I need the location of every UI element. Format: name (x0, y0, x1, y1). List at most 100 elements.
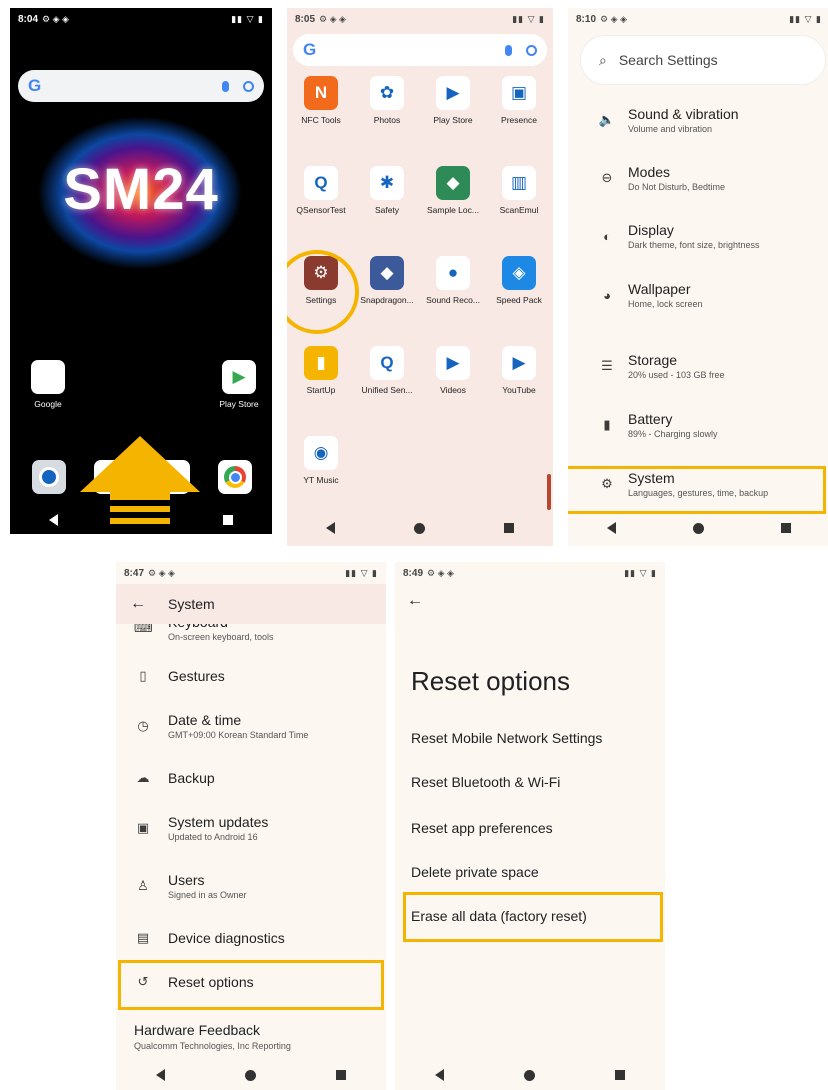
drawer-app[interactable]: Q QSensorTest (291, 166, 351, 215)
dock-camera-icon[interactable] (32, 460, 66, 494)
nav-bar (568, 510, 828, 546)
drawer-app[interactable]: ▶ Videos (423, 346, 483, 395)
settings-item-wallpaper[interactable]: ◕ Wallpaper Home, lock screen (568, 281, 828, 309)
app-icon: Q (370, 346, 404, 380)
settings-item-battery[interactable]: ▮ Battery 89% - Charging slowly (568, 411, 828, 439)
app-label: ScanEmul (499, 205, 539, 215)
app-icon: ▣ (502, 76, 536, 110)
drawer-app[interactable]: ▥ ScanEmul (489, 166, 549, 215)
hardware-feedback-subtitle: Qualcomm Technologies, Inc Reporting (134, 1041, 291, 1051)
item-subtitle: Signed in as Owner (168, 890, 247, 900)
item-icon: ♙ (137, 878, 149, 893)
app-icon: ▶ (436, 346, 470, 380)
settings-item-modes[interactable]: ⊖ Modes Do Not Disturb, Bedtime (568, 164, 828, 192)
google-search-bar[interactable]: G (18, 70, 264, 102)
system-item-date-time[interactable]: ◷ Date & time GMT+09:00 Korean Standard Ti… (116, 712, 386, 740)
drawer-app[interactable]: ✱ Safety (357, 166, 417, 215)
item-subtitle: On-screen keyboard, tools (168, 632, 274, 642)
drawer-app[interactable]: ● Sound Reco... (423, 256, 483, 305)
mic-icon[interactable] (222, 80, 229, 92)
app-icon: N (304, 76, 338, 110)
back-arrow-icon[interactable]: ← (407, 592, 423, 610)
status-bar: 8:47 ⚙ ◈ ◈ ▮▮ ▽ ▮ (116, 562, 386, 584)
settings-status-icon: ⚙ ◈ ◈ (600, 13, 627, 24)
drawer-app[interactable]: ▣ Presence (489, 76, 549, 125)
drawer-app[interactable]: Q Unified Sen... (357, 346, 417, 395)
reset-item[interactable]: Reset Mobile Network Settings (411, 730, 602, 746)
google-search-bar[interactable]: G (293, 34, 547, 66)
drawer-app[interactable]: ◆ Sample Loc... (423, 166, 483, 215)
item-title: Gestures (168, 668, 225, 684)
signal-wifi-battery-icon: ▮▮ ▽ ▮ (345, 567, 378, 578)
system-item-system-updates[interactable]: ▣ System updates Updated to Android 16 (116, 814, 386, 842)
item-icon: ▤ (136, 930, 150, 945)
item-title: Battery (628, 411, 673, 427)
item-title: System updates (168, 814, 269, 830)
app-label: Speed Pack (496, 295, 542, 305)
settings-item-storage[interactable]: ☰ Storage 20% used - 103 GB free (568, 352, 828, 380)
drawer-app[interactable]: ▶ YouTube (489, 346, 549, 395)
drawer-app[interactable]: ▶ Play Store (423, 76, 483, 125)
scrollbar[interactable] (547, 474, 551, 510)
back-icon[interactable] (156, 1069, 165, 1081)
lens-icon[interactable] (526, 44, 537, 56)
swipe-up-arrow-stem (110, 492, 170, 500)
nav-bar (287, 510, 553, 546)
app-label: YT Music (303, 475, 339, 485)
recents-icon[interactable] (503, 523, 514, 533)
drawer-app[interactable]: ✿ Photos (357, 76, 417, 125)
item-title: Sound & vibration (628, 106, 739, 122)
recents-icon[interactable] (615, 1070, 625, 1080)
drawer-app[interactable]: N NFC Tools (291, 76, 351, 125)
app-icon: ◈ (502, 256, 536, 290)
search-placeholder: Search Settings (618, 52, 718, 68)
item-icon: ◷ (137, 718, 149, 733)
drawer-app[interactable]: ◈ Speed Pack (489, 256, 549, 305)
item-subtitle: Volume and vibration (628, 124, 713, 134)
drawer-app[interactable]: ◆ Snapdragon... (357, 256, 417, 305)
system-item-device-diagnostics[interactable]: ▤ Device diagnostics (116, 930, 386, 946)
home-icon[interactable] (524, 1069, 535, 1081)
app-icon: ▥ (502, 166, 536, 200)
app-label: Google (34, 399, 62, 409)
system-item-users[interactable]: ♙ Users Signed in as Owner (116, 872, 386, 900)
app-label: StartUp (306, 385, 336, 395)
back-icon[interactable] (48, 514, 58, 526)
drawer-app[interactable]: ◉ YT Music (291, 436, 351, 485)
settings-item-display[interactable]: ◐ Display Dark theme, font size, brightnes… (568, 222, 828, 250)
recents-icon[interactable] (336, 1070, 346, 1080)
reset-item[interactable]: Reset app preferences (411, 820, 553, 836)
lens-icon[interactable] (243, 80, 254, 92)
status-bar: 8:05 ⚙ ◈ ◈ ▮▮ ▽ ▮ (287, 8, 553, 30)
home-icon[interactable] (245, 1069, 256, 1081)
app-label: Play Store (219, 399, 259, 409)
signal-wifi-battery-icon: ▮▮ ▽ ▮ (789, 13, 822, 24)
settings-item-sound-vibration[interactable]: 🔈 Sound & vibration Volume and vibration (568, 106, 828, 134)
back-icon[interactable] (435, 1069, 444, 1081)
app-play-store[interactable]: ▶ Play Store (212, 360, 266, 409)
mic-icon[interactable] (505, 44, 512, 56)
page-title: System (168, 596, 215, 612)
dock-chrome-icon[interactable] (218, 460, 252, 494)
search-icon: ⌕ (599, 51, 607, 68)
app-icon: Q (304, 166, 338, 200)
home-icon[interactable] (413, 522, 425, 534)
system-panel: 8:47 ⚙ ◈ ◈ ▮▮ ▽ ▮ ← System ⌨KeyboardOn-s… (116, 562, 386, 1090)
reset-item[interactable]: Reset Bluetooth & Wi-Fi (411, 774, 560, 790)
system-item-gestures[interactable]: ▯ Gestures (116, 668, 386, 684)
back-icon[interactable] (326, 522, 336, 534)
reset-item[interactable]: Delete private space (411, 864, 539, 880)
app-label: Photos (373, 115, 401, 125)
recents-icon[interactable] (781, 523, 792, 533)
hardware-feedback-item[interactable]: Hardware Feedback Qualcomm Technologies,… (134, 1022, 291, 1051)
settings-search-bar[interactable]: ⌕ Search Settings (580, 35, 826, 85)
drawer-app[interactable]: ▮ StartUp (291, 346, 351, 395)
system-item-backup[interactable]: ☁ Backup (116, 770, 386, 786)
back-icon[interactable] (606, 522, 616, 534)
battery-icon: ▮ (603, 417, 611, 432)
factory-reset-highlight-box (403, 892, 663, 942)
app-google-folder[interactable]: Google (24, 360, 72, 409)
home-icon[interactable] (692, 522, 704, 534)
recents-icon[interactable] (223, 515, 234, 525)
back-arrow-icon[interactable]: ← (130, 595, 146, 613)
